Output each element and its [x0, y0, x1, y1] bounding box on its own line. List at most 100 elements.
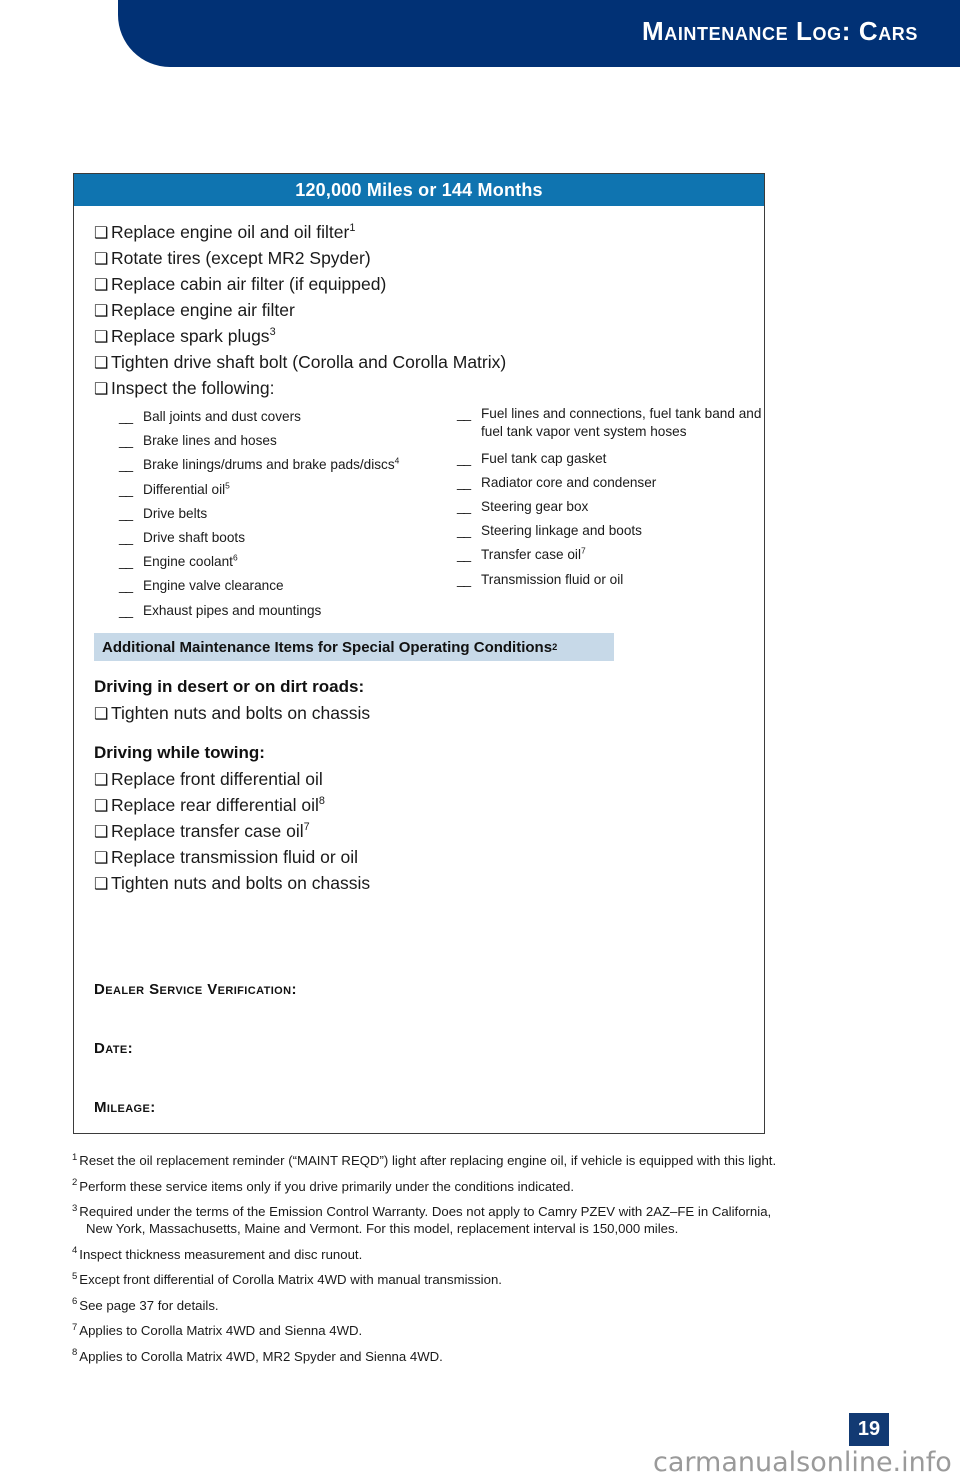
blank-line-icon[interactable]: __ — [119, 453, 143, 477]
maintenance-item[interactable]: ❑ Replace engine oil and oil filter1 — [94, 220, 744, 246]
maintenance-item-label: Replace engine oil and oil filter — [111, 222, 350, 242]
condition-item-label: Tighten nuts and bolts on chassis — [111, 703, 371, 723]
inspect-item[interactable]: __ Fuel tank cap gasket — [457, 447, 767, 471]
condition-heading: Driving in desert or on dirt roads: — [94, 677, 365, 696]
blank-line-icon[interactable]: __ — [457, 447, 481, 471]
inspect-item[interactable]: __ Radiator core and condenser — [457, 471, 767, 495]
footnote: 4 Inspect thickness measurement and disc … — [72, 1246, 902, 1263]
maintenance-item[interactable]: ❑ Tighten drive shaft bolt (Corolla and C… — [94, 350, 744, 376]
checkbox-icon[interactable]: ❑ — [94, 247, 111, 272]
checkbox-icon[interactable]: ❑ — [94, 846, 111, 871]
blank-line-icon[interactable]: __ — [119, 599, 143, 623]
blank-line-icon[interactable]: __ — [457, 543, 481, 567]
maintenance-item[interactable]: ❑ Inspect the following: — [94, 376, 744, 402]
footnote-marker: 8 — [318, 795, 325, 808]
footnote-marker: 6 — [232, 552, 238, 563]
inspect-item[interactable]: __ Steering linkage and boots — [457, 519, 767, 543]
inspect-item[interactable]: __ Transmission fluid or oil — [457, 568, 767, 592]
inspect-item[interactable]: __ Brake lines and hoses — [119, 429, 459, 453]
blank-line-icon[interactable]: __ — [119, 405, 143, 429]
blank-line-icon[interactable]: __ — [119, 429, 143, 453]
mileage-label: Mileage: — [94, 1099, 156, 1116]
inspect-item[interactable]: __ Drive shaft boots — [119, 526, 459, 550]
blank-line-icon[interactable]: __ — [457, 519, 481, 543]
condition-checklist: ❑ Tighten nuts and bolts on chassis — [94, 701, 764, 727]
inspect-item[interactable]: __ Brake linings/drums and brake pads/dis… — [119, 453, 459, 477]
inspect-column-right: __ Fuel lines and connections, fuel tank … — [457, 405, 767, 592]
blank-line-icon[interactable]: __ — [119, 550, 143, 574]
condition-item[interactable]: ❑ Tighten nuts and bolts on chassis — [94, 871, 764, 897]
checkbox-icon[interactable]: ❑ — [94, 221, 111, 246]
blank-line-icon[interactable]: __ — [457, 495, 481, 519]
inspect-item[interactable]: __ Engine valve clearance — [119, 574, 459, 598]
blank-line-icon[interactable]: __ — [119, 478, 143, 502]
inspect-item[interactable]: __ Differential oil5 — [119, 478, 459, 502]
condition-item[interactable]: ❑ Replace rear differential oil8 — [94, 793, 764, 819]
checkbox-icon[interactable]: ❑ — [94, 820, 111, 845]
inspect-item-label: Fuel lines and connections, fuel tank ba… — [481, 406, 762, 439]
maintenance-item[interactable]: ❑ Replace spark plugs3 — [94, 324, 744, 350]
footnote: 6 See page 37 for details. — [72, 1297, 902, 1314]
footnote-text: Applies to Corolla Matrix 4WD, MR2 Spyde… — [79, 1348, 443, 1364]
inspect-item[interactable]: __ Transfer case oil7 — [457, 543, 767, 567]
inspect-item[interactable]: __ Ball joints and dust covers — [119, 405, 459, 429]
page-number-badge: 19 — [849, 1413, 889, 1446]
maintenance-item[interactable]: ❑ Replace cabin air filter (if equipped) — [94, 272, 744, 298]
checkbox-icon[interactable]: ❑ — [94, 702, 111, 727]
checkbox-icon[interactable]: ❑ — [94, 351, 111, 376]
footnote-number: 2 — [72, 1177, 78, 1189]
inspect-item-label: Brake lines and hoses — [143, 433, 277, 449]
blank-line-icon[interactable]: __ — [119, 574, 143, 598]
dealer-verification-section: Dealer Service Verification: Date: Milea… — [94, 981, 764, 1116]
condition-heading: Driving while towing: — [94, 743, 265, 762]
inspect-item[interactable]: __ Drive belts — [119, 502, 459, 526]
inspect-item[interactable]: __ Steering gear box — [457, 495, 767, 519]
checkbox-icon[interactable]: ❑ — [94, 325, 111, 350]
checkbox-icon[interactable]: ❑ — [94, 768, 111, 793]
inspect-item-label: Differential oil — [143, 481, 226, 497]
footnote-marker: 3 — [269, 326, 276, 339]
footnote-text: Required under the terms of the Emission… — [79, 1204, 772, 1219]
checkbox-icon[interactable]: ❑ — [94, 377, 111, 402]
footnote-text: Perform these service items only if you … — [79, 1178, 575, 1194]
maintenance-item-label: Tighten drive shaft bolt (Corolla and Co… — [111, 352, 507, 372]
blank-line-icon[interactable]: __ — [119, 502, 143, 526]
condition-item[interactable]: ❑ Tighten nuts and bolts on chassis — [94, 701, 764, 727]
blank-line-icon[interactable]: __ — [119, 526, 143, 550]
maintenance-checklist: ❑ Replace engine oil and oil filter1 ❑ Rota… — [94, 220, 744, 402]
inspect-item[interactable]: __ Engine coolant6 — [119, 550, 459, 574]
inspect-item-label: Steering linkage and boots — [481, 523, 642, 539]
condition-item[interactable]: ❑ Replace front differential oil — [94, 767, 764, 793]
inspect-item[interactable]: __ Fuel lines and connections, fuel tank … — [457, 405, 767, 440]
maintenance-log-box: 120,000 Miles or 144 Months ❑ Replace eng… — [73, 173, 765, 1134]
footnote-text: Except front differential of Corolla Mat… — [79, 1272, 502, 1287]
checkbox-icon[interactable]: ❑ — [94, 299, 111, 324]
blank-line-icon[interactable]: __ — [457, 471, 481, 495]
condition-item[interactable]: ❑ Replace transfer case oil7 — [94, 819, 764, 845]
interval-title: 120,000 Miles or 144 Months — [74, 174, 764, 206]
checkbox-icon[interactable]: ❑ — [94, 872, 111, 897]
maintenance-item[interactable]: ❑ Replace engine air filter — [94, 298, 744, 324]
footnote-marker: 1 — [349, 222, 356, 235]
footnote: 3 Required under the terms of the Emissio… — [72, 1203, 902, 1237]
footnote-marker: 4 — [394, 455, 400, 466]
date-label: Date: — [94, 1040, 134, 1057]
blank-line-icon[interactable]: __ — [457, 405, 481, 423]
maintenance-item-label: Rotate tires (except MR2 Spyder) — [111, 248, 371, 268]
footnote-number: 7 — [72, 1321, 78, 1333]
footnote-text: Inspect thickness measurement and disc r… — [79, 1246, 363, 1262]
blank-line-icon[interactable]: __ — [457, 568, 481, 592]
checkbox-icon[interactable]: ❑ — [94, 794, 111, 819]
condition-item[interactable]: ❑ Replace transmission fluid or oil — [94, 845, 764, 871]
footnote-number: 6 — [72, 1296, 78, 1308]
footnote-marker: 7 — [580, 545, 586, 556]
inspect-item-label: Brake linings/drums and brake pads/discs — [143, 457, 395, 473]
inspect-item-label: Engine valve clearance — [143, 578, 284, 594]
inspect-item[interactable]: __ Exhaust pipes and mountings — [119, 599, 459, 623]
maintenance-item-label: Inspect the following: — [111, 378, 275, 398]
additional-band-label: Additional Maintenance Items for Special… — [102, 638, 553, 656]
checkbox-icon[interactable]: ❑ — [94, 273, 111, 298]
inspect-item-label: Transmission fluid or oil — [481, 571, 624, 587]
condition-item-label: Replace transmission fluid or oil — [111, 847, 359, 867]
maintenance-item[interactable]: ❑ Rotate tires (except MR2 Spyder) — [94, 246, 744, 272]
